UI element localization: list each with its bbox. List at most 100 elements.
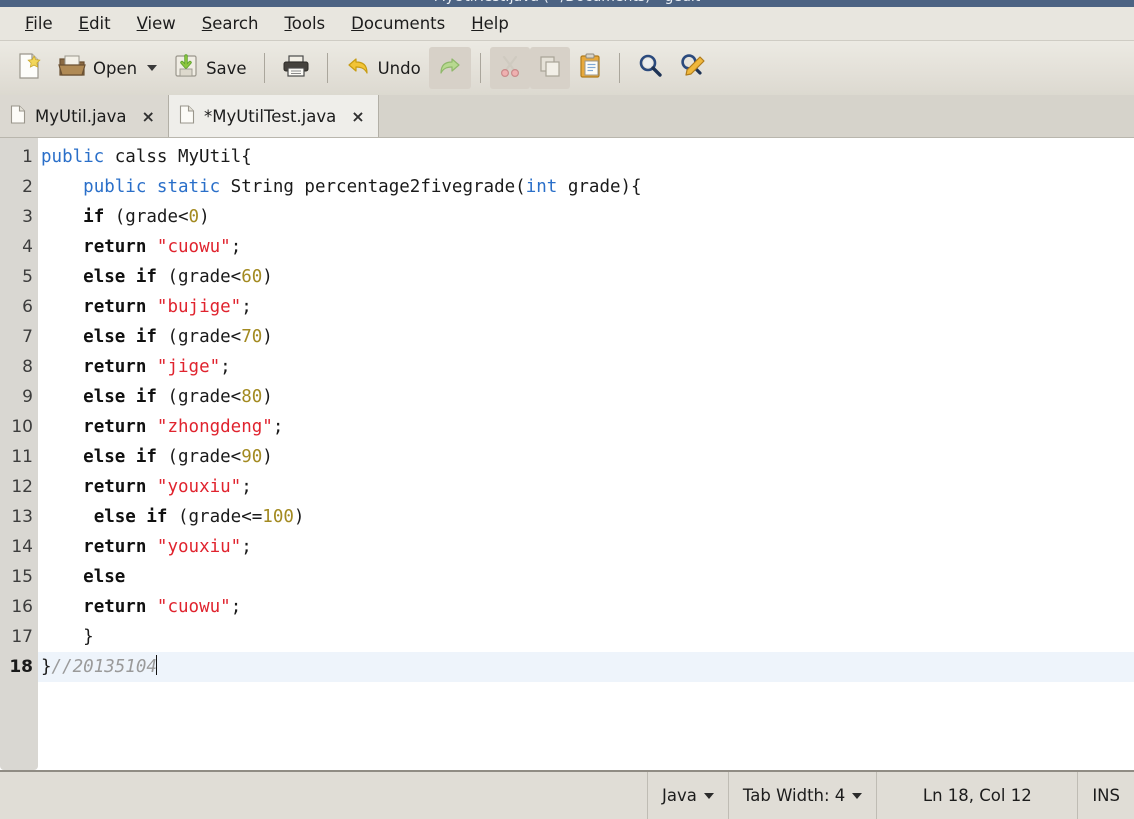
code-line[interactable]: return "youxiu";: [38, 532, 1134, 562]
code-line[interactable]: else if (grade<60): [38, 262, 1134, 292]
file-icon: [179, 104, 195, 128]
line-number: 1: [22, 147, 33, 167]
code-line[interactable]: return "bujige";: [38, 292, 1134, 322]
tab-bar-filler: [378, 95, 1134, 137]
code-token: 80: [241, 387, 263, 407]
status-message-area: [0, 772, 649, 819]
line-number: 10: [11, 417, 33, 437]
tab-close-icon[interactable]: ×: [351, 107, 364, 126]
code-token: (grade<: [156, 327, 242, 347]
open-button[interactable]: Open: [50, 47, 165, 89]
toolbar-separator-3: [479, 53, 481, 83]
line-number: 8: [22, 357, 33, 377]
tab-width-selector[interactable]: Tab Width: 4: [729, 772, 876, 819]
menu-tools-label: ools: [291, 14, 326, 33]
tab-myutiltest-java[interactable]: *MyUtilTest.java ×: [168, 95, 379, 137]
code-token: ): [262, 387, 273, 407]
language-selector[interactable]: Java: [648, 772, 728, 819]
language-label: Java: [662, 786, 697, 805]
find-button[interactable]: [629, 47, 671, 89]
code-token: int: [525, 177, 558, 197]
code-token: 0: [188, 207, 200, 227]
code-token: (grade<: [156, 387, 242, 407]
code-text-area[interactable]: public calss MyUtil{ public static Strin…: [38, 138, 1134, 770]
code-line[interactable]: return "jige";: [38, 352, 1134, 382]
window-titlebar: MyUtilTest.java (~/Documents) - gedit: [0, 0, 1134, 7]
code-line[interactable]: else if (grade<70): [38, 322, 1134, 352]
cut-button[interactable]: [489, 47, 530, 89]
code-token: ): [262, 327, 273, 347]
paste-button[interactable]: [570, 47, 610, 89]
tab-close-icon[interactable]: ×: [142, 107, 155, 126]
code-line[interactable]: return "zhongdeng";: [38, 412, 1134, 442]
code-line[interactable]: }//20135104: [38, 652, 1134, 682]
code-token: "cuowu": [156, 597, 231, 617]
code-line[interactable]: public static String percentage2fivegrad…: [38, 172, 1134, 202]
undo-button[interactable]: Undo: [337, 47, 429, 89]
toolbar-separator-2: [326, 53, 328, 83]
menu-edit[interactable]: Edit: [66, 12, 124, 35]
printer-icon: [282, 54, 310, 82]
save-button[interactable]: Save: [165, 47, 255, 89]
print-button[interactable]: [274, 47, 318, 89]
code-token: "jige": [156, 357, 221, 377]
menu-help-label: elp: [483, 14, 509, 33]
menu-search[interactable]: Search: [189, 12, 272, 35]
line-number: 17: [11, 627, 33, 647]
code-token: }: [41, 657, 52, 677]
code-line[interactable]: return "youxiu";: [38, 472, 1134, 502]
save-button-label: Save: [206, 58, 247, 78]
code-token: "bujige": [156, 297, 242, 317]
code-line[interactable]: else: [38, 562, 1134, 592]
search-icon: [637, 53, 663, 83]
menu-tools-accel: T: [284, 14, 292, 33]
chevron-down-icon[interactable]: [147, 65, 158, 71]
code-token: ;: [220, 357, 231, 377]
tab-bar: MyUtil.java × *MyUtilTest.java ×: [0, 95, 1134, 138]
menu-view[interactable]: View: [124, 12, 189, 35]
code-token: ;: [241, 477, 252, 497]
tab-myutil-java[interactable]: MyUtil.java ×: [0, 95, 169, 137]
code-token: ;: [230, 237, 242, 257]
chevron-down-icon[interactable]: [703, 792, 714, 799]
menu-search-accel: S: [201, 14, 213, 33]
code-token: return: [83, 597, 147, 617]
code-line[interactable]: return "cuowu";: [38, 232, 1134, 262]
menu-file[interactable]: File: [12, 12, 66, 35]
code-token: static: [156, 177, 221, 197]
line-number: 13: [11, 507, 33, 527]
code-line[interactable]: else if (grade<80): [38, 382, 1134, 412]
redo-button[interactable]: [428, 47, 471, 89]
replace-button[interactable]: [671, 47, 715, 89]
code-token: if: [83, 207, 105, 227]
code-line[interactable]: else if (grade<90): [38, 442, 1134, 472]
code-line[interactable]: }: [38, 622, 1134, 652]
toolbar-separator-4: [618, 53, 620, 83]
code-line[interactable]: return "cuowu";: [38, 592, 1134, 622]
tab-label: *MyUtilTest.java: [203, 106, 337, 126]
code-token: return: [83, 357, 147, 377]
editor-area[interactable]: 1 2 3 4 5 6 7 8 9 10 11 12 13 14 15 16 17 18 public calss…: [0, 138, 1134, 770]
chevron-down-icon[interactable]: [852, 792, 863, 799]
code-token: ): [199, 207, 210, 227]
code-line[interactable]: else if (grade<=100): [38, 502, 1134, 532]
new-document-button[interactable]: [8, 47, 50, 89]
menu-documents[interactable]: Documents: [338, 12, 458, 35]
copy-button[interactable]: [529, 47, 570, 89]
code-token: return: [83, 237, 147, 257]
line-number: 15: [11, 567, 33, 587]
menu-help[interactable]: Help: [458, 12, 522, 35]
code-line[interactable]: if (grade<0): [38, 202, 1134, 232]
code-line[interactable]: public calss MyUtil{: [38, 142, 1134, 172]
code-token: "youxiu": [156, 537, 242, 557]
new-document-icon: [16, 52, 42, 84]
menu-tools[interactable]: Tools: [271, 12, 338, 35]
